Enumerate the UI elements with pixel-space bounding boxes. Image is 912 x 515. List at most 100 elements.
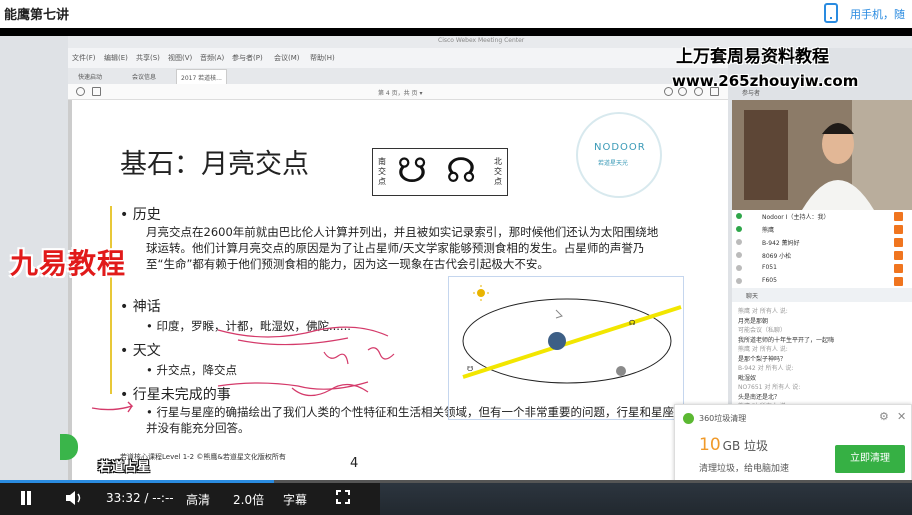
participant-badge-icon [894,277,903,286]
participant-row[interactable]: F051 [732,262,912,275]
north-node-marker: ☊ [629,319,635,327]
south-node-label: 南交点 [378,157,386,186]
chat-sender: 可能会议（私聊） [738,327,787,334]
popup-title: 360垃圾清理 [699,414,747,423]
gear-icon[interactable]: ⚙ [879,410,889,423]
chat-sender: 熊鹰 对 所有人 说: [738,308,788,315]
nodoor-logo: NODOOR 若道星天光 [576,112,662,198]
video-player[interactable]: Cisco Webex Meeting Center 文件(F) 编辑(E) 共… [0,36,912,480]
clean-now-button[interactable]: 立即清理 [835,445,905,473]
bullet-planet: • 行星未完成的事 [120,387,231,403]
participant-row[interactable]: B-942 薰妈好 [732,236,912,249]
participant-badge-icon [894,212,903,221]
participant-name: B-942 薰妈好 [762,240,800,247]
close-icon[interactable]: ✕ [897,410,906,423]
participant-badge-icon [894,264,903,273]
highlight-bracket [110,206,115,394]
volume-icon[interactable] [64,489,84,507]
app-title: Cisco Webex Meeting Center [438,37,525,44]
participant-row[interactable]: F605 [732,275,912,288]
speed-button[interactable]: 2.0倍 [233,491,264,508]
junk-size-unit: GB 垃圾 [722,439,768,453]
participant-row[interactable]: 熊鹰 [732,223,912,236]
junk-size-number: 10 [699,435,721,455]
logo-subtext: 若道星天光 [598,160,629,167]
menu-meeting[interactable]: 会议(M) [274,53,300,63]
thumbnail-icon[interactable] [92,87,101,96]
participant-row[interactable]: 8069 小松 [732,249,912,262]
participant-name: F051 [762,264,777,271]
pause-icon[interactable] [18,490,34,506]
document-tabs: 快速启动 会议信息 2017 若道核... [68,68,728,84]
progress-bar[interactable] [0,480,912,483]
webcam-image [732,100,912,210]
chat-message: 毗湿奴 [738,374,757,382]
menu-view[interactable]: 视图(V) [168,53,192,63]
chat-messages[interactable]: 熊鹰 对 所有人 说: 月亮是那朝 可能会议（私聊） 我所道老师的十年生平开了，一起嗨… [732,302,912,416]
north-node-label: 北交点 [494,157,502,186]
chat-header-label: 聊天 [746,293,759,300]
participants-list: Nodoor I（主持人：我） 熊鹰 B-942 薰妈好 8069 小松 F051 F60… [732,210,912,288]
scribble-south [323,347,395,365]
player-controls: 33:32 / --:-- 高清 2.0倍 字幕 [0,480,912,515]
logo-text: NODOOR [594,142,646,153]
app-menubar: 文件(F) 编辑(E) 共享(S) 视图(V) 音频(A) 参与者(P) 会议(… [68,48,728,68]
lunar-node-symbols: ☋ ☊ [397,151,481,191]
participant-name: 8069 小松 [762,253,792,260]
subtitle-button[interactable]: 字幕 [283,491,307,508]
bullet-myth: • 神话 [120,299,161,315]
myth-text-value: 印度，罗睺，计都，毗湿奴，佛陀...... [156,319,351,333]
cleanup-popup: 360垃圾清理 ⚙ ✕ 10 GB 垃圾 清理垃圾，给电脑加速 立即清理 [674,404,912,480]
fullscreen-icon[interactable] [336,490,350,504]
mobile-watch-link[interactable]: 用手机，随 [850,6,905,22]
menu-file[interactable]: 文件(F) [72,53,96,63]
status-dot-icon [736,278,742,284]
bullet-myth-label: 神话 [132,299,161,315]
menu-help[interactable]: 帮助(H) [310,53,335,63]
watermark-top: 上万套周易资料教程 [676,47,829,67]
orbit-svg: ☊ ☋ [462,285,682,384]
menu-audio[interactable]: 音频(A) [200,53,224,63]
tab-slide-document[interactable]: 2017 若道核... [176,69,227,84]
moon-orbit [462,298,672,384]
scribble-north [291,383,369,397]
participant-name: F605 [762,277,777,284]
history-text: 月亮交点在2600年前就由巴比伦人计算并列出，并且被如实记录索引，那时候他们还认… [146,225,659,271]
ecliptic-line [462,305,682,379]
menu-share[interactable]: 共享(S) [136,53,160,63]
menu-participants[interactable]: 参与者(P) [232,53,263,63]
status-dot-icon [736,239,742,245]
slide-page-number: 4 [350,456,359,471]
menu-edit[interactable]: 编辑(E) [104,53,128,63]
bullet-astronomy: • 天文 [120,343,161,359]
watermark-left: 九易教程 [10,247,127,280]
page-indicator[interactable]: 第 4 页，共 页 ▾ [378,88,422,97]
time-display: 33:32 / --:-- [106,491,174,505]
underline-scribble-2 [237,337,349,346]
document-toolbar: 第 4 页，共 页 ▾ [68,84,728,100]
mobile-phone-icon[interactable] [824,3,838,23]
chat-message: 我所道老师的十年生平开了，一起嗨 [738,336,835,344]
bullet-astronomy-label: 天文 [132,343,161,359]
junk-size: 10 GB 垃圾 [699,435,768,455]
page-title: 能鹰第七讲 [4,8,70,23]
presenter-webcam [732,100,912,210]
status-dot-icon [736,213,742,219]
participant-badge-icon [894,225,903,234]
chat-message: 是那个梨子神吗？ [738,355,787,363]
tab-quick-start[interactable]: 快速启动 [78,72,102,81]
progress-fill [0,480,274,483]
presentation-slide: 基石：月亮交点 南交点 ☋ ☊ 北交点 NODOOR 若道星天光 • 历史 月亮… [68,100,728,480]
status-dot-icon [736,226,742,232]
participant-row[interactable]: Nodoor I（主持人：我） [732,210,912,223]
chat-panel-header[interactable]: 聊天 [732,288,912,302]
sun-icon [477,289,485,297]
chat-sender: 熊鹰 对 所有人 说: [738,346,788,353]
status-dot-icon [736,252,742,258]
tab-meeting-info[interactable]: 会议信息 [132,72,156,81]
watermark-bottom: 若道占星 [98,460,151,475]
quality-button[interactable]: 高清 [186,491,210,508]
earth-icon [548,332,566,350]
astronomy-text: • 升交点，降交点 [146,363,237,377]
pen-icon[interactable] [76,87,85,96]
